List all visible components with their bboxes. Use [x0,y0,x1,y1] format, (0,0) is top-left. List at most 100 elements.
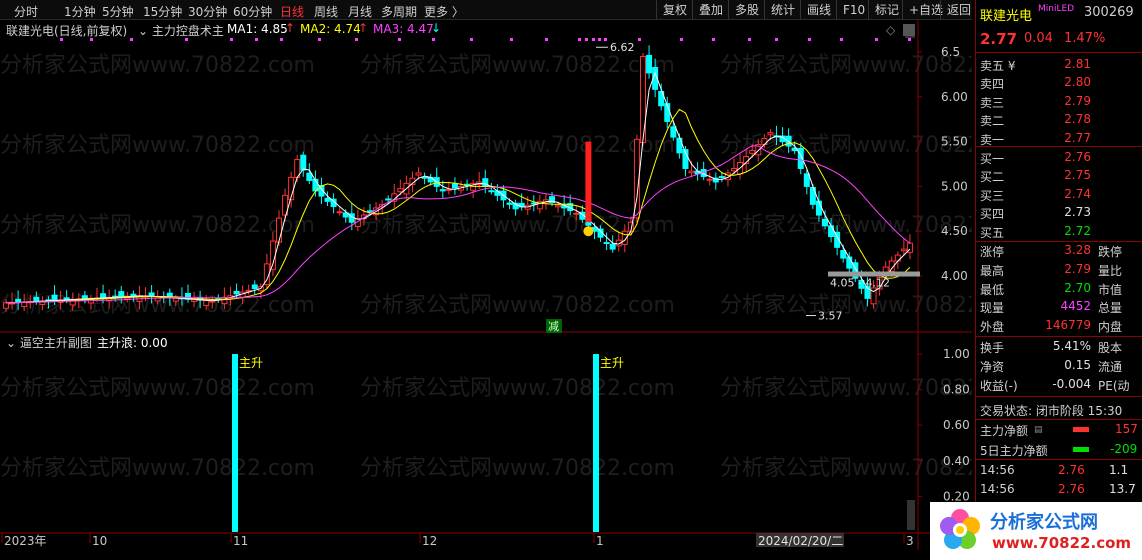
candle[interactable] [749,150,756,154]
candle[interactable] [233,290,240,295]
candle[interactable] [118,291,125,298]
bid-row-4[interactable]: 买四 2.73 [976,203,1142,222]
stat-row-4[interactable]: 外盘 146779 内盘 [976,316,1142,335]
main-rise-bar[interactable] [232,354,238,532]
candle[interactable] [706,178,713,181]
button-stats[interactable]: 统计 [764,0,801,20]
candle[interactable] [530,202,537,205]
doc-icon[interactable]: ▤ [1034,425,1043,435]
candle[interactable] [494,190,501,196]
stat2-row-0[interactable]: 换手 5.41% 股本 [976,337,1142,356]
tab-weekly[interactable]: 周线 [314,3,338,20]
button-back[interactable]: 返回 [940,0,977,20]
stat-row-3[interactable]: 现量 4452 总量 [976,297,1142,316]
candle[interactable] [731,167,737,172]
candle[interactable] [451,183,458,189]
candle[interactable] [767,132,774,135]
ask-row-3[interactable]: 卖三 2.79 [976,92,1142,111]
candle[interactable] [15,298,22,303]
tab-multi-period[interactable]: 多周期 [381,3,417,20]
tab-monthly[interactable]: 月线 [348,3,372,20]
candle[interactable] [822,218,828,227]
candle[interactable] [191,299,198,302]
candle[interactable] [439,189,446,192]
candle[interactable] [251,284,258,290]
candle[interactable] [761,138,768,146]
candle[interactable] [324,197,331,202]
chevron-down-icon[interactable]: ⌄ [6,336,16,350]
candle[interactable] [367,210,373,213]
tab-fenshi[interactable]: 分时 [14,3,38,20]
candle[interactable] [646,54,653,74]
candle[interactable] [894,254,901,262]
sub-chart-title[interactable]: ⌄ 逼空主升副图 [6,334,92,351]
candle[interactable] [815,200,822,216]
candle[interactable] [276,217,282,243]
tab-daily[interactable]: 日线 [280,3,304,20]
main-rise-bar[interactable] [593,354,599,532]
ask-row-1[interactable]: 卖一 2.77 [976,129,1142,148]
candle[interactable] [828,225,835,238]
candle[interactable] [482,178,489,187]
button-fuquan[interactable]: 复权 [656,0,693,20]
chart-area[interactable]: 分析家公式网www.70822.com 分析家公式网www.70822.com 分析… [0,20,972,560]
candle[interactable] [300,154,307,171]
button-multi-stock[interactable]: 多股 [728,0,765,20]
candle[interactable] [33,296,40,302]
button-f10[interactable]: F10 [836,0,871,20]
tab-15min[interactable]: 15分钟 [143,3,182,20]
candle[interactable] [488,190,495,193]
candle[interactable] [803,173,810,187]
candle[interactable] [670,126,677,138]
candle[interactable] [640,55,646,144]
candle[interactable] [840,250,847,259]
ask-row-2[interactable]: 卖二 2.78 [976,110,1142,129]
stat-row-2[interactable]: 最低 2.70 市值 [976,279,1142,298]
candle[interactable] [718,176,725,179]
candle[interactable] [336,211,343,214]
candle[interactable] [3,302,9,309]
bid-row-2[interactable]: 买二 2.75 [976,166,1142,185]
candle[interactable] [209,300,216,303]
stat-row-0[interactable]: 涨停 3.28 跌停 [976,241,1142,260]
stat-row-1[interactable]: 最高 2.79 量比 [976,260,1142,279]
candle[interactable] [385,198,392,201]
bid-row-3[interactable]: 买三 2.74 [976,185,1142,204]
candle[interactable] [81,295,88,300]
tab-5min[interactable]: 5分钟 [102,3,134,20]
stat2-row-1[interactable]: 净资 0.15 流通 [976,356,1142,375]
kline-chart[interactable]: 分析家公式网www.70822.com 分析家公式网www.70822.com 分析… [0,20,972,560]
button-overlay[interactable]: 叠加 [692,0,729,20]
ask-row-4[interactable]: 卖四 2.80 [976,73,1142,92]
candle[interactable] [415,172,422,176]
candle[interactable] [421,176,428,179]
chevron-down-icon[interactable]: ⌄ [138,24,148,38]
candle[interactable] [603,242,610,245]
candle[interactable] [172,297,179,302]
tab-60min[interactable]: 60分钟 [233,3,272,20]
candle[interactable] [306,172,313,181]
candle[interactable] [130,293,137,297]
candle[interactable] [100,293,107,299]
indicator-name[interactable]: ⌄ 主力控盘术主 [138,22,224,39]
stat2-row-2[interactable]: 收益(-) -0.004 PE(动 [976,375,1142,394]
tab-30min[interactable]: 30分钟 [188,3,227,20]
candle[interactable] [609,243,616,250]
panel-toggle-icon[interactable] [903,24,915,36]
tab-more[interactable]: 更多 〉 [424,3,464,20]
candle[interactable] [573,212,580,215]
scroll-button[interactable] [907,500,915,530]
candle[interactable] [688,170,695,174]
candle[interactable] [397,188,404,193]
bid-row-5[interactable]: 买五 2.72 [976,222,1142,241]
ask-row-5[interactable]: 卖五 ¥ 2.81 [976,55,1142,74]
candle[interactable] [555,204,562,208]
candle[interactable] [203,300,210,307]
tab-1min[interactable]: 1分钟 [64,3,96,20]
bid-row-1[interactable]: 买一 2.76 [976,148,1142,167]
candle[interactable] [51,294,58,301]
candle[interactable] [506,202,513,205]
button-draw-line[interactable]: 画线 [800,0,837,20]
candle[interactable] [900,248,907,252]
diamond-icon[interactable]: ◇ [886,23,895,37]
